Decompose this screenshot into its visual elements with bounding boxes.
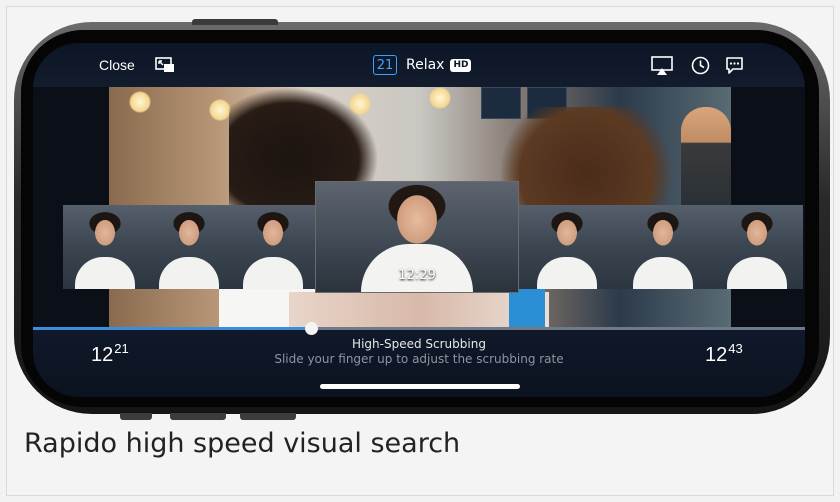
channel-name: Relax bbox=[406, 57, 445, 73]
top-bar: Close 21 Relax HD bbox=[33, 43, 805, 87]
bottom-bar: 1221 High-Speed Scrubbing Slide your fin… bbox=[33, 322, 805, 397]
chat-icon[interactable] bbox=[725, 56, 744, 75]
figure-caption: Rapido high speed visual search bbox=[24, 428, 461, 459]
progress-track[interactable] bbox=[311, 327, 805, 330]
thumbnail[interactable] bbox=[711, 205, 803, 289]
scrubbing-title: High-Speed Scrubbing bbox=[352, 337, 486, 351]
channel-indicator[interactable]: 21 Relax HD bbox=[373, 55, 472, 75]
thumbnail[interactable] bbox=[231, 205, 315, 289]
end-hour: 12 bbox=[705, 344, 728, 366]
scrub-handle[interactable] bbox=[305, 322, 318, 335]
thumbnail[interactable] bbox=[519, 205, 615, 289]
scrubbing-hint: Slide your finger up to adjust the scrub… bbox=[274, 352, 564, 366]
ceiling-lamp bbox=[209, 99, 231, 121]
end-minute: 43 bbox=[728, 341, 743, 356]
thumbnail-focused[interactable]: 12:29 bbox=[315, 181, 519, 293]
clock-icon[interactable] bbox=[691, 56, 710, 75]
channel-number: 21 bbox=[373, 55, 397, 75]
ceiling-lamp bbox=[129, 91, 151, 113]
phone-screen: 12:29 Close 21 Relax HD 1221 High-Speed … bbox=[33, 43, 805, 397]
airplay-icon[interactable] bbox=[651, 56, 673, 76]
hd-badge: HD bbox=[450, 58, 472, 72]
picture-in-picture-icon[interactable] bbox=[155, 57, 175, 73]
thumbnail-time: 12:29 bbox=[398, 268, 436, 283]
end-time: 1243 bbox=[705, 341, 743, 367]
side-button bbox=[120, 413, 152, 420]
close-button[interactable]: Close bbox=[99, 57, 135, 73]
progress-fill bbox=[33, 327, 311, 330]
home-indicator[interactable] bbox=[320, 384, 520, 389]
side-button bbox=[170, 413, 226, 420]
side-button bbox=[240, 413, 296, 420]
ceiling-lamp bbox=[429, 87, 451, 109]
thumbnail[interactable] bbox=[147, 205, 231, 289]
thumbnail-strip[interactable]: 12:29 bbox=[63, 181, 803, 293]
thumbnail[interactable] bbox=[615, 205, 711, 289]
thumbnail[interactable] bbox=[63, 205, 147, 289]
volume-button bbox=[192, 19, 278, 25]
